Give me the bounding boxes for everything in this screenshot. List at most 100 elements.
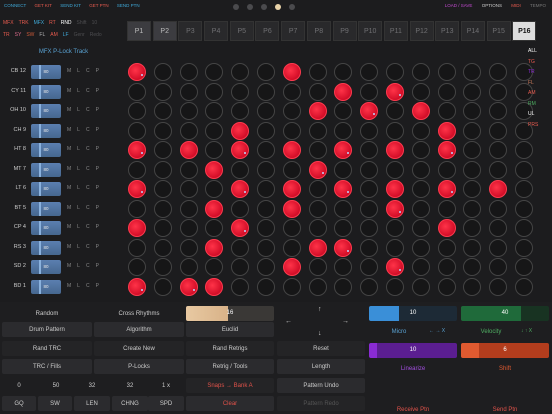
- step-cell[interactable]: [360, 141, 379, 159]
- track-m-button[interactable]: M: [67, 205, 71, 211]
- step-cell[interactable]: [463, 102, 482, 120]
- step-cell[interactable]: [489, 63, 508, 81]
- step-cell[interactable]: [308, 199, 327, 218]
- micro-arrows[interactable]: ← → X: [429, 328, 445, 334]
- sw-button[interactable]: SW: [38, 396, 72, 411]
- step-cell[interactable]: [514, 141, 533, 159]
- step-cell[interactable]: [463, 63, 482, 81]
- step-cell[interactable]: [256, 277, 275, 296]
- step-cell[interactable]: [205, 219, 224, 237]
- step-cell[interactable]: [153, 238, 172, 257]
- step-cell[interactable]: [308, 277, 327, 296]
- step-cell[interactable]: [282, 277, 301, 296]
- step-cell[interactable]: [128, 160, 146, 179]
- step-cell-active[interactable]: [334, 238, 353, 257]
- step-cell[interactable]: [256, 102, 275, 120]
- step-cell[interactable]: [153, 277, 172, 296]
- track-volume-slider[interactable]: 80: [31, 260, 61, 274]
- shift-slider[interactable]: 6: [461, 343, 549, 358]
- trc-fills-button[interactable]: TRC / Fills: [2, 359, 92, 374]
- track-p-button[interactable]: P: [96, 88, 99, 94]
- step-cell[interactable]: [463, 180, 482, 198]
- step-cell-active[interactable]: [437, 219, 456, 237]
- step-cell-active[interactable]: [385, 180, 404, 198]
- step-cell[interactable]: [256, 63, 275, 81]
- send-ptn-bottom-button[interactable]: Send Ptn: [461, 402, 549, 414]
- mode-toggle-redo[interactable]: Redo: [90, 32, 102, 41]
- step-cell[interactable]: [489, 160, 508, 179]
- step-cell[interactable]: [385, 102, 404, 120]
- step-cell[interactable]: [360, 82, 379, 101]
- p-locks-button[interactable]: P-Locks: [94, 359, 184, 374]
- step-cell-active[interactable]: [489, 180, 508, 198]
- step-cell-active[interactable]: [282, 141, 301, 159]
- rand-retrigs-button[interactable]: Rand Retrigs: [186, 341, 274, 356]
- step-cell[interactable]: [437, 199, 456, 218]
- step-cell[interactable]: [334, 199, 353, 218]
- step-cell[interactable]: [256, 121, 275, 140]
- up-arrow-icon[interactable]: ↑: [318, 306, 322, 313]
- step-cell[interactable]: [463, 199, 482, 218]
- step-cell-active[interactable]: [308, 160, 327, 179]
- step-cell[interactable]: [437, 63, 456, 81]
- step-cell-active[interactable]: [282, 199, 301, 218]
- step-p14[interactable]: P14: [460, 21, 485, 41]
- snaps-button[interactable]: Snaps → Bank A: [186, 378, 274, 393]
- step-p16[interactable]: P16: [512, 21, 537, 41]
- track-l-button[interactable]: L: [77, 185, 80, 191]
- step-cell-active[interactable]: [308, 102, 327, 120]
- track-l-button[interactable]: L: [77, 263, 80, 269]
- step-cell[interactable]: [308, 121, 327, 140]
- step-cell[interactable]: [179, 121, 198, 140]
- step-cell[interactable]: [489, 82, 508, 101]
- step-cell[interactable]: [282, 102, 301, 120]
- legend-filter-fl[interactable]: FL: [528, 78, 550, 89]
- step-p12[interactable]: P12: [409, 21, 434, 41]
- track-volume-slider[interactable]: 80: [31, 123, 61, 138]
- step-cell[interactable]: [411, 121, 430, 140]
- step-p13[interactable]: P13: [435, 21, 460, 41]
- options-button[interactable]: OPTIONS: [482, 3, 502, 8]
- track-c-button[interactable]: C: [86, 146, 90, 152]
- create-new-button[interactable]: Create New: [94, 341, 184, 356]
- track-label[interactable]: SD 2: [2, 263, 26, 269]
- step-cell[interactable]: [437, 258, 456, 276]
- track-m-button[interactable]: M: [67, 127, 71, 133]
- track-p-button[interactable]: P: [96, 146, 99, 152]
- step-cell[interactable]: [463, 121, 482, 140]
- track-l-button[interactable]: L: [77, 68, 80, 74]
- step-cell[interactable]: [334, 63, 353, 81]
- track-p-button[interactable]: P: [96, 263, 99, 269]
- drum-pattern-button[interactable]: Drum Pattern: [2, 322, 92, 337]
- track-p-button[interactable]: P: [96, 185, 99, 191]
- left-arrow-icon[interactable]: ←: [285, 318, 292, 325]
- step-cell[interactable]: [308, 141, 327, 159]
- step-cell[interactable]: [463, 238, 482, 257]
- track-p-button[interactable]: P: [96, 166, 99, 172]
- down-arrow-icon[interactable]: ↓: [318, 330, 322, 337]
- pattern-redo-button[interactable]: Pattern Redo: [277, 396, 365, 411]
- step-cell-active[interactable]: [231, 141, 250, 159]
- step-cell-active[interactable]: [128, 219, 146, 237]
- track-p-button[interactable]: P: [96, 205, 99, 211]
- step-cell[interactable]: [437, 82, 456, 101]
- step-p9[interactable]: P9: [332, 21, 357, 41]
- track-m-button[interactable]: M: [67, 88, 71, 94]
- step-p3[interactable]: P3: [178, 21, 203, 41]
- step-cell[interactable]: [334, 160, 353, 179]
- step-cell[interactable]: [360, 277, 379, 296]
- step-cell[interactable]: [282, 219, 301, 237]
- step-cell[interactable]: [153, 258, 172, 276]
- step-cell[interactable]: [282, 82, 301, 101]
- track-m-button[interactable]: M: [67, 185, 71, 191]
- track-l-button[interactable]: L: [77, 107, 80, 113]
- step-p11[interactable]: P11: [383, 21, 408, 41]
- legend-filter-am[interactable]: AM: [528, 88, 550, 99]
- mode-toggle-rnd[interactable]: RND: [61, 20, 72, 29]
- step-cell[interactable]: [231, 160, 250, 179]
- track-volume-slider[interactable]: 80: [31, 279, 61, 294]
- connect-button[interactable]: CONNECT: [4, 3, 26, 8]
- page-dot[interactable]: [289, 4, 295, 10]
- step-cell[interactable]: [334, 219, 353, 237]
- track-l-button[interactable]: L: [77, 166, 80, 172]
